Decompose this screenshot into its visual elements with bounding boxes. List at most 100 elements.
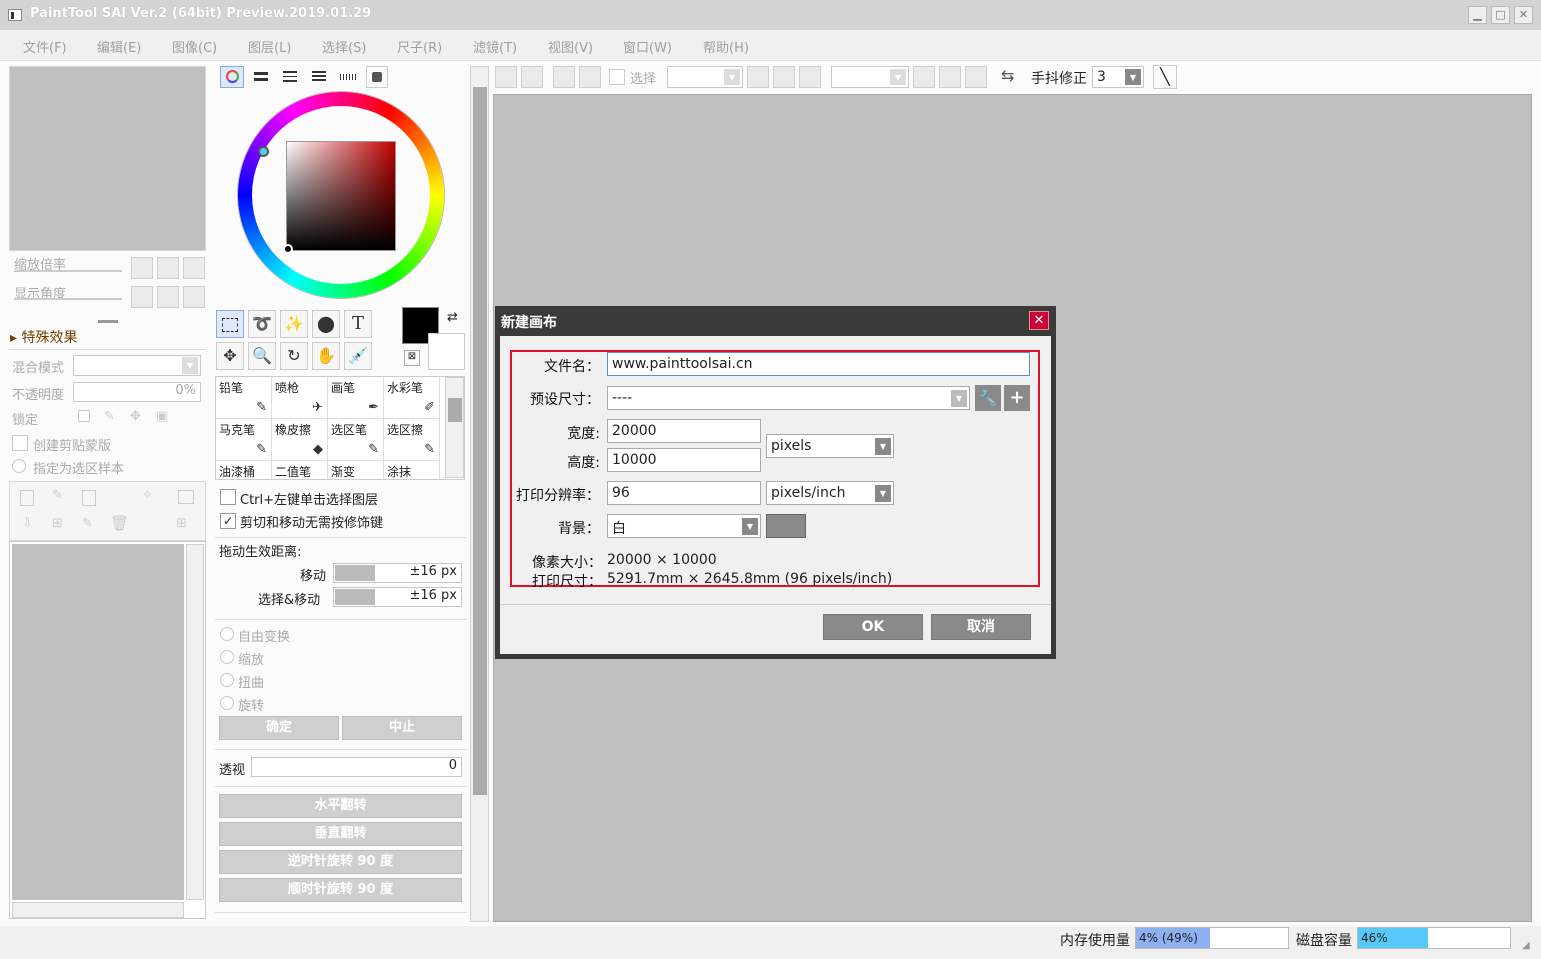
hsv-slider-tab[interactable] — [279, 66, 301, 88]
brush-scrollbar[interactable] — [445, 377, 464, 478]
brush-slot[interactable]: 喷枪 ✈ — [272, 377, 328, 419]
magic-wand-tool[interactable]: ✨ — [280, 310, 308, 338]
clip-mask-checkbox[interactable] — [12, 435, 28, 451]
layer-list-area[interactable] — [12, 544, 184, 900]
preset-add-button[interactable]: + — [1004, 385, 1030, 411]
brush-slot[interactable]: 油漆桶 — [216, 461, 272, 479]
layer-mask-icon[interactable] — [178, 490, 194, 504]
selection-source-radio[interactable] — [12, 459, 26, 473]
dpi-input[interactable]: 96 — [607, 481, 761, 505]
menu-item-8[interactable]: 窗口(W) — [623, 37, 672, 56]
minimize-button[interactable]: ▁ — [1468, 6, 1487, 24]
rect-select-tool[interactable] — [216, 310, 244, 338]
eyedropper-tool[interactable]: 💉 — [344, 342, 372, 370]
brush-slot[interactable]: 铅笔 ✎ — [216, 377, 272, 419]
brush-slot[interactable]: 二值笔 — [272, 461, 328, 479]
menu-item-6[interactable]: 滤镜(T) — [473, 37, 517, 56]
shape-tool[interactable]: ⬤ — [312, 310, 340, 338]
rotate-reset-button[interactable] — [183, 286, 205, 308]
new-vector-layer-icon[interactable]: ✎ — [52, 488, 63, 503]
menu-item-9[interactable]: 帮助(H) — [703, 37, 749, 56]
background-color-swatch[interactable] — [766, 514, 806, 538]
layer-list[interactable] — [9, 541, 206, 919]
lock-paint-icon[interactable]: ✎ — [104, 409, 115, 424]
menu-item-5[interactable]: 尺子(R) — [397, 37, 442, 56]
angle-select[interactable]: ▼ — [831, 66, 909, 88]
transform-radio[interactable] — [220, 696, 234, 710]
scroll-thumb[interactable] — [448, 398, 462, 422]
background-color[interactable] — [428, 333, 465, 370]
color-wheel-tab[interactable] — [220, 66, 244, 88]
cut-move-checkbox[interactable]: ✓ — [220, 513, 236, 529]
maximize-button[interactable]: □ — [1491, 6, 1510, 24]
brush-slot[interactable]: 渐变 — [328, 461, 384, 479]
rotate-left-button[interactable] — [913, 66, 935, 88]
sv-marker[interactable] — [283, 244, 293, 254]
cancel-button[interactable]: 取消 — [931, 614, 1031, 640]
dialog-close-button[interactable]: ✕ — [1029, 311, 1049, 330]
menu-item-3[interactable]: 图层(L) — [248, 37, 291, 56]
new-folder-icon[interactable] — [82, 490, 96, 506]
brush-slot[interactable]: 水彩笔 ✐ — [384, 377, 440, 419]
layer-properties-icon[interactable]: ⊞ — [176, 516, 187, 531]
ctrl-click-checkbox[interactable] — [220, 489, 236, 505]
zoom-in-button[interactable] — [157, 257, 179, 279]
lock-all-icon[interactable]: ▣ — [156, 409, 168, 424]
brush-slot[interactable]: 涂抹 — [384, 461, 440, 479]
menu-item-1[interactable]: 编辑(E) — [97, 37, 141, 56]
blend-mode-select[interactable]: ▼ — [73, 355, 201, 376]
swatch-tab[interactable] — [337, 66, 359, 88]
close-window-button[interactable]: ✕ — [1514, 6, 1533, 24]
angle-slider[interactable] — [14, 298, 122, 300]
menu-item-0[interactable]: 文件(F) — [23, 37, 67, 56]
transform-radio[interactable] — [220, 627, 234, 641]
zoom-reset-button[interactable] — [183, 257, 205, 279]
opacity-slider[interactable]: 0% — [73, 382, 201, 402]
menu-item-4[interactable]: 选择(S) — [322, 37, 366, 56]
navigator-preview[interactable] — [9, 66, 206, 251]
rotate-left-button[interactable] — [131, 286, 153, 308]
scratchpad-tab[interactable] — [366, 66, 388, 88]
effects-header[interactable]: ▸ 特殊效果 — [10, 327, 77, 347]
transfer-down-icon[interactable]: ⊞ — [52, 516, 63, 531]
brush-slot[interactable]: 选区笔 ✎ — [328, 419, 384, 461]
background-select[interactable]: 白 ▼ — [607, 514, 761, 538]
zoom-reset-button[interactable] — [799, 66, 821, 88]
flip-vertical-button[interactable]: 垂直翻转 — [219, 822, 462, 846]
brush-slot[interactable]: 画笔 ✒ — [328, 377, 384, 419]
rotate-tool[interactable]: ↻ — [280, 342, 308, 370]
lock-transparency-icon[interactable] — [78, 410, 90, 422]
preset-edit-button[interactable]: 🔧 — [975, 385, 1001, 411]
brush-slot[interactable]: 马克笔 ✎ — [216, 419, 272, 461]
move-tool[interactable]: ✥ — [216, 342, 244, 370]
zoom-slider[interactable] — [14, 270, 122, 272]
perspective-slider[interactable]: 0 — [251, 757, 462, 777]
hand-tool[interactable]: ✋ — [312, 342, 340, 370]
height-input[interactable]: 10000 — [607, 448, 761, 472]
invert-select-button[interactable] — [579, 66, 601, 88]
line-tool-button[interactable]: ╲ — [1153, 65, 1177, 89]
confirm-button[interactable]: 确定 — [219, 716, 339, 740]
zoom-select[interactable]: ▼ — [667, 66, 743, 88]
lasso-tool[interactable]: ➰ — [248, 310, 276, 338]
scroll-thumb[interactable] — [473, 87, 487, 795]
rotate-right-button[interactable] — [939, 66, 961, 88]
redo-button[interactable] — [521, 66, 543, 88]
ok-button[interactable]: OK — [823, 614, 923, 640]
splitter-handle[interactable] — [98, 320, 118, 323]
zoom-out-button[interactable] — [747, 66, 769, 88]
brush-slot[interactable]: 橡皮擦 ◆ — [272, 419, 328, 461]
layer-scrollbar[interactable] — [186, 544, 204, 900]
deselect-button[interactable] — [553, 66, 575, 88]
rotate-cw-button[interactable]: 顺时针旋转 90 度 — [219, 878, 462, 902]
mixer-tab[interactable] — [308, 66, 330, 88]
stabilizer-select[interactable]: 3 ▼ — [1092, 66, 1144, 88]
menu-item-7[interactable]: 视图(V) — [548, 37, 593, 56]
rotate-reset-button[interactable] — [965, 66, 987, 88]
rgb-slider-tab[interactable] — [250, 66, 272, 88]
width-input[interactable]: 20000 — [607, 419, 761, 443]
zoom-in-button[interactable] — [773, 66, 795, 88]
select-move-slider[interactable]: ±16 px — [333, 587, 462, 607]
rotate-ccw-button[interactable]: 逆时针旋转 90 度 — [219, 850, 462, 874]
hue-marker[interactable] — [258, 146, 269, 157]
